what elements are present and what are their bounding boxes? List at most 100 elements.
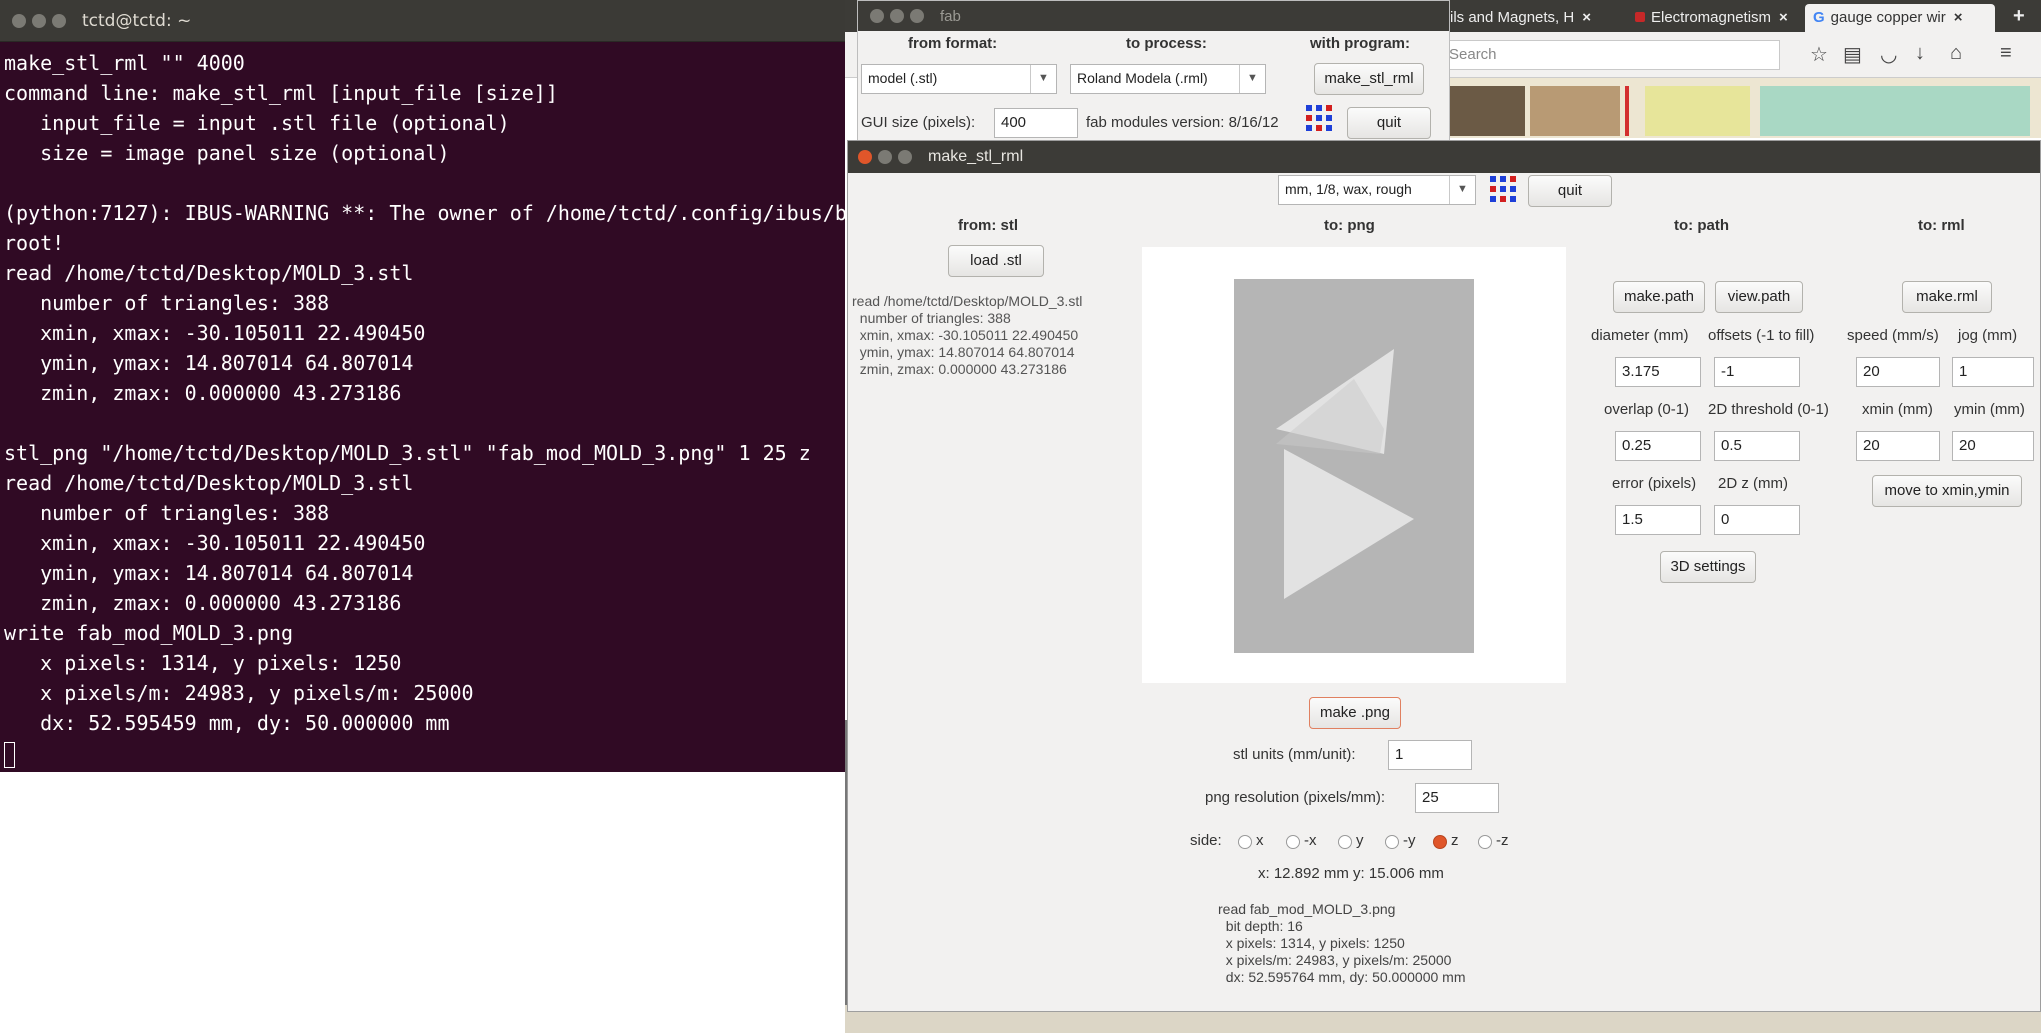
png-preview[interactable]	[1142, 247, 1566, 683]
terminal-cursor	[4, 741, 15, 768]
with-program-header: with program:	[1310, 35, 1410, 52]
error-label: error (pixels)	[1612, 475, 1697, 492]
result-image[interactable]	[1445, 86, 1525, 136]
browser-tab-gauge-copper[interactable]: Ggauge copper wir ×	[1805, 4, 1995, 32]
minimize-icon[interactable]	[878, 150, 892, 164]
result-image[interactable]	[1760, 86, 2030, 136]
browser-tab-magnets[interactable]: ils and Magnets, H ×	[1442, 4, 1622, 32]
preset-select-value: mm, 1/8, wax, rough	[1285, 181, 1412, 197]
make-path-button[interactable]: make.path	[1613, 281, 1705, 313]
close-icon[interactable]: ×	[1779, 9, 1788, 26]
minimize-icon[interactable]	[890, 9, 904, 23]
close-icon[interactable]: ×	[1954, 9, 1963, 26]
download-icon[interactable]: ↓	[1915, 42, 1925, 65]
close-icon[interactable]: ×	[1582, 9, 1591, 26]
load-stl-button[interactable]: load .stl	[948, 245, 1044, 277]
ymin-input[interactable]: 20	[1952, 431, 2034, 461]
search-input[interactable]: Search	[1440, 40, 1780, 70]
maximize-icon[interactable]	[52, 13, 66, 28]
fab-title: fab	[940, 7, 961, 25]
home-icon[interactable]: ⌂	[1950, 42, 1962, 65]
close-icon[interactable]	[870, 9, 884, 23]
jog-input[interactable]: 1	[1952, 357, 2034, 387]
terminal-line: number of triangles: 388	[4, 291, 330, 315]
side-z-label: z	[1451, 832, 1459, 849]
stl-titlebar[interactable]: make_stl_rml	[848, 141, 2040, 173]
side-label: side:	[1190, 832, 1222, 849]
side-radio-minus-y[interactable]	[1385, 835, 1399, 849]
fab-quit-button[interactable]: quit	[1347, 107, 1431, 139]
make-stl-rml-button[interactable]: make_stl_rml	[1314, 63, 1424, 95]
terminal-line: root!	[4, 231, 65, 255]
reading-list-icon[interactable]: ▤	[1843, 42, 1862, 67]
make-stl-rml-window[interactable]: make_stl_rml mm, 1/8, wax, rough ▼ quit …	[847, 140, 2041, 1012]
terminal-title: tctd@tctd: ~	[82, 10, 192, 31]
side-radio-z[interactable]	[1433, 835, 1447, 849]
terminal-window[interactable]: tctd@tctd: ~ make_stl_rml "" 4000 comman…	[0, 0, 955, 772]
result-image[interactable]	[1645, 86, 1750, 136]
stl-units-input[interactable]: 1	[1388, 740, 1472, 770]
xmin-label: xmin (mm)	[1862, 401, 1933, 418]
terminal-output[interactable]: make_stl_rml "" 4000 command line: make_…	[0, 42, 955, 768]
3d-settings-button[interactable]: 3D settings	[1660, 551, 1756, 583]
make-png-button[interactable]: make .png	[1309, 697, 1401, 729]
result-image[interactable]	[1530, 86, 1620, 136]
menu-icon[interactable]: ≡	[2000, 42, 2012, 65]
side-radio-minus-x[interactable]	[1286, 835, 1300, 849]
process-select-value: Roland Modela (.rml)	[1077, 70, 1208, 86]
view-path-button[interactable]: view.path	[1715, 281, 1803, 313]
chevron-down-icon: ▼	[1239, 65, 1265, 93]
png-resolution-input[interactable]: 25	[1415, 783, 1499, 813]
fab-window[interactable]: fab from format: to process: with progra…	[857, 0, 1450, 150]
process-select[interactable]: Roland Modela (.rml) ▼	[1070, 64, 1266, 94]
terminal-line: command line: make_stl_rml [input_file […	[4, 81, 558, 105]
side-radio-y[interactable]	[1338, 835, 1352, 849]
maximize-icon[interactable]	[898, 150, 912, 164]
jog-label: jog (mm)	[1958, 327, 2018, 344]
stl-window-title: make_stl_rml	[928, 148, 1024, 165]
terminal-titlebar[interactable]: tctd@tctd: ~	[0, 0, 845, 42]
minimize-icon[interactable]	[32, 13, 46, 28]
terminal-line: x pixels: 1314, y pixels: 1250	[4, 651, 402, 675]
terminal-line: read /home/tctd/Desktop/MOLD_3.stl	[4, 261, 414, 285]
terminal-line: x pixels/m: 24983, y pixels/m: 25000	[4, 681, 474, 705]
z2d-input[interactable]: 0	[1714, 505, 1800, 535]
speed-input[interactable]: 20	[1856, 357, 1940, 387]
google-icon: G	[1813, 9, 1825, 26]
pocket-icon[interactable]: ◡	[1880, 42, 1897, 67]
side-minus-z-label: -z	[1496, 832, 1509, 849]
star-icon[interactable]: ☆	[1810, 42, 1828, 67]
preset-select[interactable]: mm, 1/8, wax, rough ▼	[1278, 175, 1476, 205]
result-image[interactable]	[1625, 86, 1629, 136]
terminal-line: xmin, xmax: -30.105011 22.490450	[4, 321, 426, 345]
stl-quit-button[interactable]: quit	[1528, 175, 1612, 207]
offsets-label: offsets (-1 to fill)	[1708, 327, 1815, 344]
error-input[interactable]: 1.5	[1615, 505, 1701, 535]
to-path-header: to: path	[1674, 217, 1729, 234]
maximize-icon[interactable]	[910, 9, 924, 23]
side-x-label: x	[1256, 832, 1264, 849]
move-to-xmin-ymin-button[interactable]: move to xmin,ymin	[1872, 475, 2022, 507]
fab-titlebar[interactable]: fab	[858, 1, 1449, 31]
gui-size-label: GUI size (pixels):	[861, 114, 976, 131]
offsets-input[interactable]: -1	[1714, 357, 1800, 387]
side-minus-x-label: -x	[1304, 832, 1317, 849]
diameter-input[interactable]: 3.175	[1615, 357, 1701, 387]
threshold-input[interactable]: 0.5	[1714, 431, 1800, 461]
new-tab-button[interactable]: +	[2005, 4, 2037, 32]
close-icon[interactable]	[858, 150, 872, 164]
png-info-text: read fab_mod_MOLD_3.png bit depth: 16 x …	[1218, 901, 1466, 985]
terminal-prompt[interactable]	[4, 738, 845, 768]
terminal-line: read /home/tctd/Desktop/MOLD_3.stl	[4, 471, 414, 495]
xmin-input[interactable]: 20	[1856, 431, 1940, 461]
tab-label: Electromagnetism	[1651, 9, 1772, 26]
side-minus-y-label: -y	[1403, 832, 1416, 849]
make-rml-button[interactable]: make.rml	[1902, 281, 1992, 313]
close-icon[interactable]	[12, 13, 26, 28]
side-radio-x[interactable]	[1238, 835, 1252, 849]
side-radio-minus-z[interactable]	[1478, 835, 1492, 849]
gui-size-input[interactable]: 400	[994, 108, 1078, 138]
format-select[interactable]: model (.stl) ▼	[861, 64, 1057, 94]
overlap-input[interactable]: 0.25	[1615, 431, 1701, 461]
